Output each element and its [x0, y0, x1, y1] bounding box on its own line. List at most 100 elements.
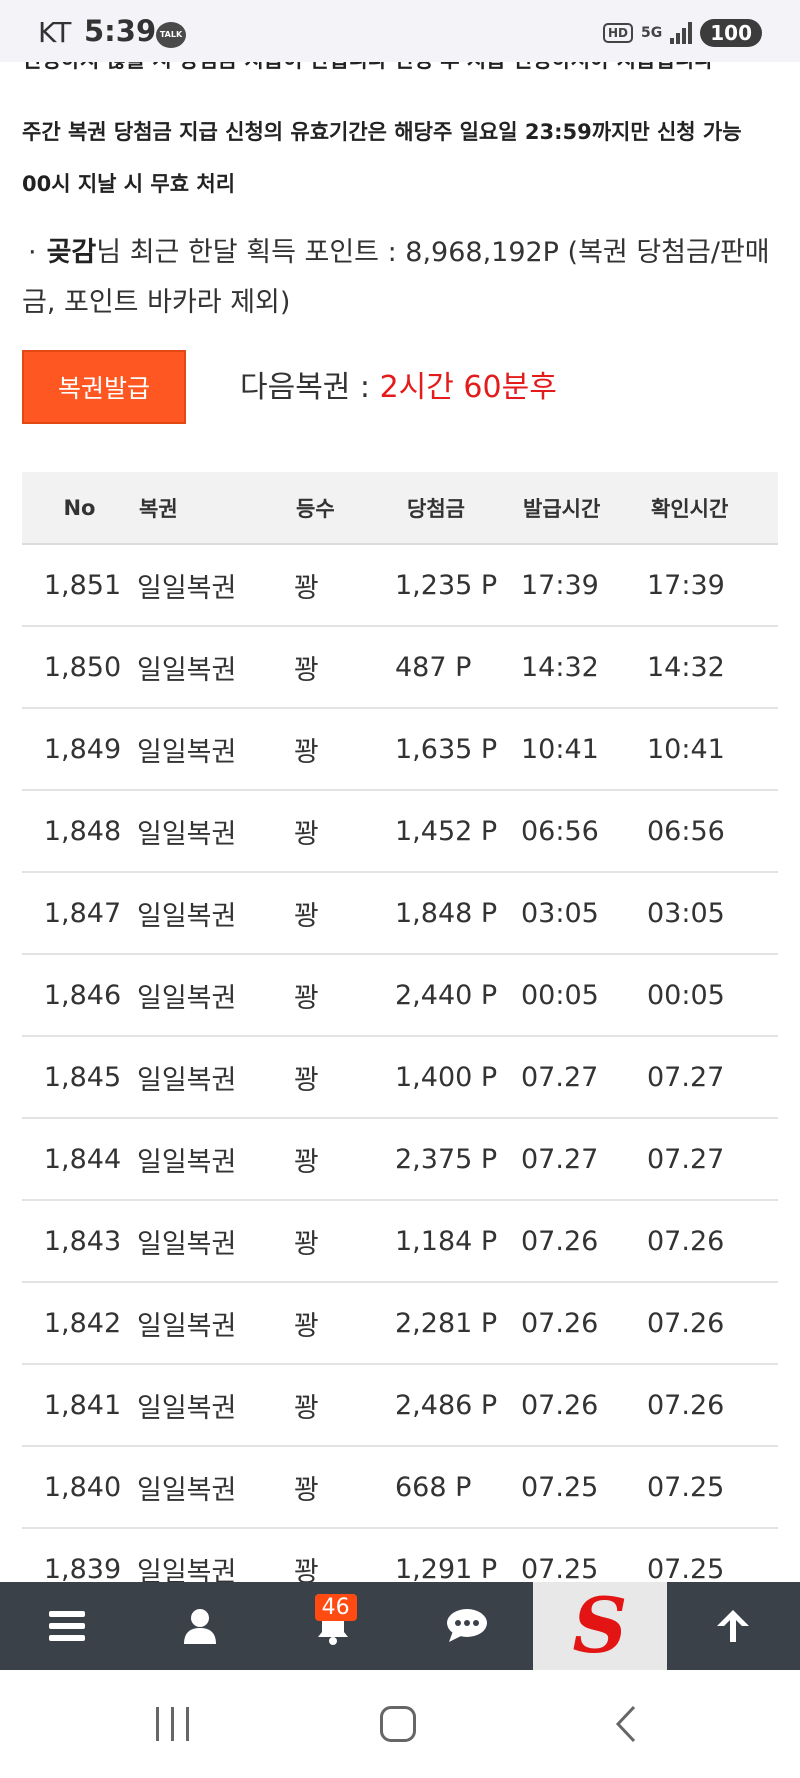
cell-prize: 487 P	[395, 651, 472, 683]
cell-no: 1,850	[43, 651, 122, 683]
cell-checked-time: 03:05	[647, 897, 725, 929]
cell-rank: 꽝	[294, 818, 319, 850]
cell-checked-time: 07.26	[647, 1307, 725, 1339]
status-bar: KT 5:39 TALK HD 5G 100	[0, 0, 800, 62]
cell-type: 일일복권	[137, 818, 237, 850]
cell-no: 1,844	[43, 1143, 122, 1175]
cell-rank: 꽝	[294, 1146, 319, 1178]
cell-rank: 꽝	[294, 1392, 319, 1424]
cell-prize: 1,635 P	[395, 733, 498, 765]
table-row: 1,842 일일복권 꽝 2,281 P 07.26 07.26	[22, 1282, 778, 1364]
cell-prize: 2,281 P	[395, 1307, 498, 1339]
battery-icon: 100	[700, 19, 762, 47]
next-lottery-label: 다음복권 :	[240, 370, 380, 405]
cell-prize: 2,486 P	[395, 1389, 498, 1421]
header-rank: 등수	[296, 496, 335, 521]
header-checked-time: 확인시간	[651, 496, 729, 521]
cell-type: 일일복권	[137, 900, 237, 932]
status-time: 5:39	[84, 14, 157, 48]
kakaotalk-icon: TALK	[156, 22, 186, 48]
table-row: 1,847 일일복권 꽝 1,848 P 03:05 03:05	[22, 872, 778, 954]
cell-prize: 2,375 P	[395, 1143, 498, 1175]
header-no: No	[63, 495, 96, 520]
issue-lottery-button[interactable]: 복권발급	[22, 350, 186, 424]
network-5g-icon: 5G	[641, 25, 663, 41]
menu-button[interactable]	[0, 1582, 133, 1670]
table-row: 1,844 일일복권 꽝 2,375 P 07.27 07.27	[22, 1118, 778, 1200]
table-row: 1,851 일일복권 꽝 1,235 P 17:39 17:39	[22, 544, 778, 626]
cell-prize: 1,184 P	[395, 1225, 498, 1257]
cell-prize: 668 P	[395, 1471, 472, 1503]
next-lottery-time: 2시간 60분후	[379, 370, 557, 405]
lottery-history-table: No 복권 등수 당첨금 발급시간 확인시간 1,851 일일복권 꽝 1,235 P…	[22, 472, 778, 1611]
monthly-points-summary: · 곶감님 최근 한달 획득 포인트 : 8,968,192P (복권 당첨금/판…	[22, 228, 782, 328]
cell-checked-time: 00:05	[647, 979, 725, 1011]
bottom-nav: 46 S	[0, 1582, 800, 1670]
cell-rank: 꽝	[294, 982, 319, 1014]
cell-prize: 1,452 P	[395, 815, 498, 847]
header-issued-time: 발급시간	[523, 496, 601, 521]
signal-icon	[670, 22, 693, 44]
notification-count-badge: 46	[314, 1594, 357, 1621]
bullet: ·	[28, 237, 37, 268]
cell-no: 1,843	[43, 1225, 122, 1257]
cell-prize: 1,400 P	[395, 1061, 498, 1093]
cell-type: 일일복권	[137, 1064, 237, 1096]
cell-no: 1,845	[43, 1061, 122, 1093]
cell-checked-time: 17:39	[647, 569, 725, 601]
cell-no: 1,840	[43, 1471, 122, 1503]
site-logo: S	[572, 1581, 628, 1670]
cell-issued-time: 07.25	[521, 1471, 599, 1503]
header-type: 복권	[139, 496, 178, 521]
cell-rank: 꽝	[294, 900, 319, 932]
cell-no: 1,847	[43, 897, 122, 929]
cell-prize: 1,235 P	[395, 569, 498, 601]
cell-prize: 2,440 P	[395, 979, 498, 1011]
table-row: 1,843 일일복권 꽝 1,184 P 07.26 07.26	[22, 1200, 778, 1282]
cell-type: 일일복권	[137, 1392, 237, 1424]
table-body: 1,851 일일복권 꽝 1,235 P 17:39 17:39 1,850 일일복권 꽝 487…	[22, 544, 778, 1610]
cell-checked-time: 06:56	[647, 815, 725, 847]
chat-bubble-icon	[446, 1609, 487, 1642]
cell-checked-time: 07.27	[647, 1061, 725, 1093]
next-lottery-timer: 다음복권 : 2시간 60분후	[240, 362, 557, 406]
cell-checked-time: 07.26	[647, 1225, 725, 1257]
notifications-button[interactable]: 46	[267, 1582, 400, 1670]
cell-issued-time: 07.26	[521, 1225, 599, 1257]
cell-rank: 꽝	[294, 736, 319, 768]
chat-button[interactable]	[400, 1582, 533, 1670]
table-row: 1,840 일일복권 꽝 668 P 07.25 07.25	[22, 1446, 778, 1528]
cell-type: 일일복권	[137, 1228, 237, 1260]
recent-apps-button[interactable]	[156, 1700, 189, 1748]
cell-checked-time: 07.26	[647, 1389, 725, 1421]
cell-issued-time: 14:32	[521, 651, 599, 683]
table-row: 1,849 일일복권 꽝 1,635 P 10:41 10:41	[22, 708, 778, 790]
cell-prize: 1,848 P	[395, 897, 498, 929]
hd-icon: HD	[603, 23, 634, 43]
table-row: 1,848 일일복권 꽝 1,452 P 06:56 06:56	[22, 790, 778, 872]
cell-no: 1,848	[43, 815, 122, 847]
back-button[interactable]	[612, 1704, 640, 1744]
cell-rank: 꽝	[294, 572, 319, 604]
cell-type: 일일복권	[137, 1310, 237, 1342]
table-header-row: No 복권 등수 당첨금 발급시간 확인시간	[22, 472, 778, 544]
cell-issued-time: 00:05	[521, 979, 599, 1011]
profile-button[interactable]	[133, 1582, 266, 1670]
cell-type: 일일복권	[137, 1146, 237, 1178]
cell-checked-time: 10:41	[647, 733, 725, 765]
cell-issued-time: 07.27	[521, 1143, 599, 1175]
scroll-top-button[interactable]	[667, 1582, 800, 1670]
cell-issued-time: 07.26	[521, 1389, 599, 1421]
status-icons: HD 5G 100	[603, 18, 762, 48]
home-button[interactable]	[380, 1706, 416, 1742]
notice-validity: 주간 복권 당첨금 지급 신청의 유효기간은 해당주 일요일 23:59까지만 …	[22, 120, 742, 144]
cell-issued-time: 07.26	[521, 1307, 599, 1339]
cell-no: 1,842	[43, 1307, 122, 1339]
cell-type: 일일복권	[137, 736, 237, 768]
cell-rank: 꽝	[294, 654, 319, 686]
cell-issued-time: 17:39	[521, 569, 599, 601]
cell-no: 1,841	[43, 1389, 122, 1421]
notice-expiry: 00시 지날 시 무효 처리	[22, 172, 236, 196]
table-row: 1,850 일일복권 꽝 487 P 14:32 14:32	[22, 626, 778, 708]
site-logo-button[interactable]: S	[533, 1581, 667, 1670]
